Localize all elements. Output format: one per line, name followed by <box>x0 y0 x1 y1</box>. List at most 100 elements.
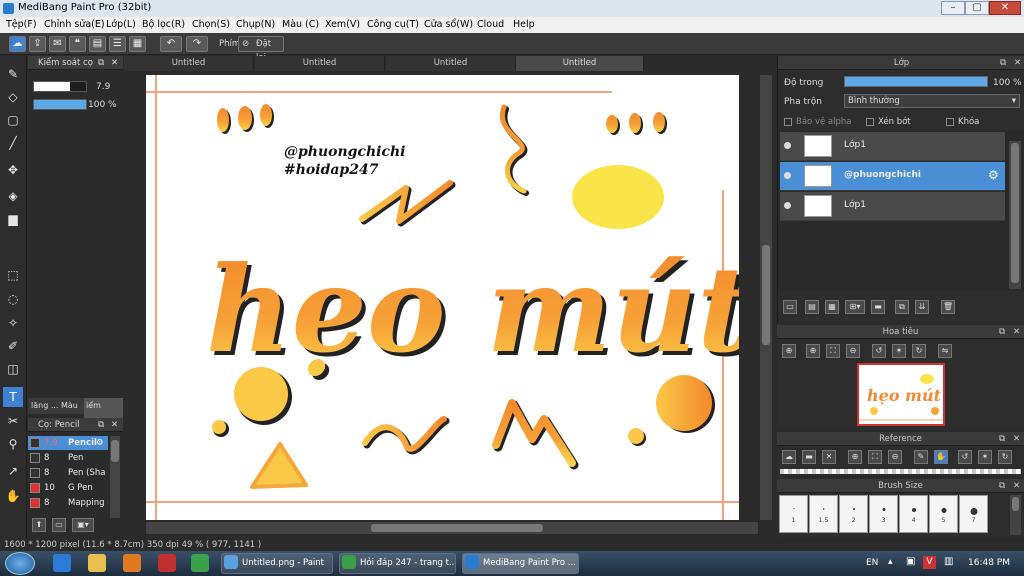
grid-icon[interactable]: ▦ <box>129 36 146 52</box>
brush-list-scrollbar[interactable] <box>110 436 120 518</box>
reset-view-icon[interactable]: ✶ <box>892 344 906 358</box>
panel-close-icon[interactable]: ✕ <box>1013 432 1020 446</box>
visibility-eye-icon[interactable] <box>784 142 791 149</box>
menu-window[interactable]: Cửa sổ(W) <box>424 19 473 30</box>
explorer-icon[interactable] <box>88 554 106 572</box>
undock-icon[interactable]: ⧉ <box>999 432 1005 446</box>
zoom-in2-icon[interactable]: ⊕ <box>806 344 820 358</box>
visibility-eye-icon[interactable] <box>784 202 791 209</box>
rotate-left-icon[interactable]: ↺ <box>872 344 886 358</box>
menu-capture[interactable]: Chụp(N) <box>236 19 275 30</box>
clip-checkbox[interactable]: Xén bớt <box>866 117 911 127</box>
undock-icon[interactable]: ⧉ <box>98 56 104 70</box>
brush-size-cell[interactable]: 4 <box>899 495 928 533</box>
brush-size-cell[interactable]: 1 <box>779 495 808 533</box>
vscroll-thumb[interactable] <box>762 245 770 345</box>
brush-size-cell[interactable]: 7 <box>959 495 988 533</box>
ref-close-icon[interactable]: ✕ <box>822 450 836 464</box>
brush-settings-icon[interactable]: ⚙ <box>96 436 104 450</box>
blend-select[interactable]: Bình thường ▾ <box>844 94 1020 108</box>
undock-icon[interactable]: ⧉ <box>999 325 1005 339</box>
duplicate-layer-icon[interactable]: ⧉ <box>895 300 909 314</box>
tab-untitled-1[interactable]: Untitled <box>124 56 254 71</box>
ref-fit-icon[interactable]: ⛶ <box>868 450 882 464</box>
brush-size-cell[interactable]: 3 <box>869 495 898 533</box>
menu-layer[interactable]: Lớp(L) <box>106 19 136 30</box>
media-player-icon[interactable] <box>123 554 141 572</box>
hand-tool-icon[interactable]: ✋ <box>3 486 23 506</box>
ref-rotate-right-icon[interactable]: ↻ <box>998 450 1012 464</box>
flip-icon[interactable]: ⇋ <box>938 344 952 358</box>
canvas-vscroll[interactable] <box>760 75 772 520</box>
ref-zoom-out-icon[interactable]: ⊖ <box>888 450 902 464</box>
brush-list-item[interactable]: 7.9 Pencil ⚙ <box>28 436 108 450</box>
menu-tools[interactable]: Công cụ(T) <box>367 19 419 30</box>
hscroll-thumb[interactable] <box>371 524 543 532</box>
rect-tool-icon[interactable]: ▢ <box>3 110 23 130</box>
network-icon[interactable]: ▣ <box>906 556 915 567</box>
opacity-slider[interactable] <box>33 99 87 110</box>
layer-opacity-slider[interactable] <box>844 76 988 87</box>
tab-untitled-3[interactable]: Untitled <box>386 56 516 71</box>
panel-close-icon[interactable]: ✕ <box>1013 479 1020 493</box>
menu-cloud[interactable]: Cloud <box>477 19 504 30</box>
app-icon-4[interactable] <box>158 554 176 572</box>
panel-close-icon[interactable]: ✕ <box>1013 325 1020 339</box>
size-slider[interactable] <box>33 81 87 92</box>
undo-icon[interactable]: ↶ <box>160 36 182 52</box>
new-halftone-layer-icon[interactable]: ▤ <box>805 300 819 314</box>
undock-icon[interactable]: ⧉ <box>999 479 1005 493</box>
brush-list-item[interactable]: 8 Pen (Sha <box>28 466 108 480</box>
add-layer-menu-icon[interactable]: ⊞▾ <box>845 300 865 314</box>
zoom-in-icon[interactable]: ⊕ <box>782 344 796 358</box>
ref-reset-icon[interactable]: ✶ <box>978 450 992 464</box>
menu-select[interactable]: Chọn(S) <box>192 19 230 30</box>
rotate-right-icon[interactable]: ↻ <box>912 344 926 358</box>
panel-close-icon[interactable]: ✕ <box>1014 56 1021 70</box>
undock-icon[interactable]: ⧉ <box>1000 56 1006 70</box>
lock-checkbox[interactable]: Khóa <box>946 117 979 127</box>
brush-size-cell[interactable]: 1.5 <box>809 495 838 533</box>
tab-layers[interactable]: lăng ... <box>31 398 58 414</box>
scroll-thumb[interactable] <box>111 440 119 462</box>
ie-icon[interactable] <box>53 554 71 572</box>
layer-scroll-thumb[interactable] <box>1011 143 1019 283</box>
brush-size-cell[interactable]: 2 <box>839 495 868 533</box>
new-layer-icon[interactable]: ▭ <box>783 300 797 314</box>
menu-help[interactable]: Help <box>513 19 535 30</box>
fit-icon[interactable]: ⛶ <box>826 344 840 358</box>
list-icon[interactable]: ☰ <box>109 36 126 52</box>
ref-zoom-in-icon[interactable]: ⊕ <box>848 450 862 464</box>
maximize-button[interactable]: ▢ <box>965 1 989 15</box>
divide-tool-icon[interactable]: ✂ <box>3 411 23 431</box>
chrome-icon[interactable] <box>191 554 209 572</box>
ref-rotate-left-icon[interactable]: ↺ <box>958 450 972 464</box>
start-button[interactable] <box>5 552 35 575</box>
gradient-tool-icon[interactable]: ▆ <box>3 209 23 229</box>
brush-list-item[interactable]: 8 Mapping P <box>28 496 108 510</box>
select-pen-icon[interactable]: ✐ <box>3 336 23 356</box>
layer-scrollbar[interactable] <box>1009 141 1021 289</box>
document-icon[interactable]: ▤ <box>89 36 106 52</box>
taskbar-app-browser[interactable]: Hỏi đáp 247 - trang t... <box>339 553 456 574</box>
new-8bit-layer-icon[interactable]: ▦ <box>825 300 839 314</box>
visibility-eye-icon[interactable] <box>784 172 791 179</box>
comment-icon[interactable]: ✉ <box>49 36 66 52</box>
brush-menu-icon[interactable]: ▣▾ <box>72 518 94 532</box>
brush-size-scrollbar[interactable] <box>1010 495 1021 535</box>
tab-untitled-4[interactable]: Untitled <box>516 56 644 71</box>
canvas-hscroll[interactable] <box>146 522 758 534</box>
tab-untitled-2[interactable]: Untitled <box>255 56 385 71</box>
ref-eyedropper-icon[interactable]: ✎ <box>914 450 928 464</box>
brush-size-cell[interactable]: 5 <box>929 495 958 533</box>
ref-open-icon[interactable]: ▬ <box>802 450 816 464</box>
brush-size-scroll-thumb[interactable] <box>1012 497 1019 511</box>
layer-row[interactable]: Lớp1 <box>780 132 1005 161</box>
taskbar-app-paint[interactable]: Untitled.png - Paint <box>221 553 333 574</box>
menu-view[interactable]: Xem(V) <box>325 19 360 30</box>
navigator-thumbnail[interactable]: hẹo mút <box>857 363 945 426</box>
brush-tool-icon[interactable]: ✎ <box>3 64 23 84</box>
lasso-icon[interactable]: ◌ <box>3 289 23 309</box>
undock-icon[interactable]: ⧉ <box>98 418 104 432</box>
drawing-canvas[interactable]: hẹo mút hẹo mút @phuongchichi #hoidap247 <box>146 75 739 520</box>
